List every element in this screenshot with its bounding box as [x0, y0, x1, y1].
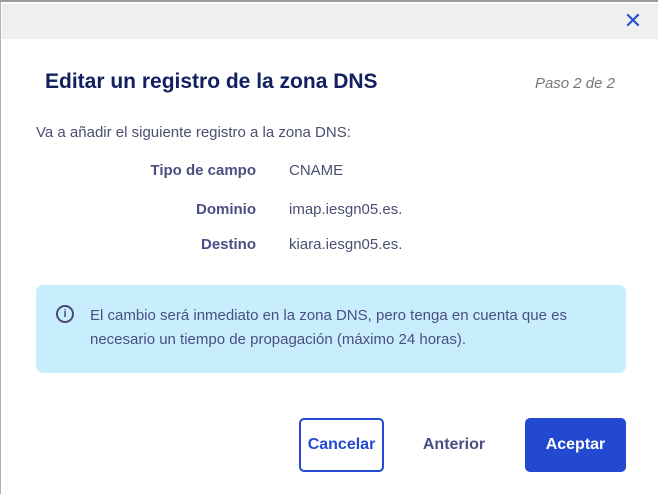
step-indicator: Paso 2 de 2: [534, 75, 615, 92]
cancel-button[interactable]: Cancelar: [299, 418, 384, 472]
previous-button[interactable]: Anterior: [406, 418, 502, 472]
close-icon[interactable]: ✕: [622, 10, 644, 32]
info-box: i El cambio será inmediato en la zona DN…: [36, 285, 626, 373]
intro-text: Va a añadir el siguiente registro a la z…: [36, 124, 351, 141]
field-value: kiara.iesgn05.es.: [289, 236, 403, 253]
field-label: Tipo de campo: [150, 162, 256, 179]
info-text: El cambio será inmediato en la zona DNS,…: [90, 307, 567, 348]
accept-button[interactable]: Aceptar: [525, 418, 626, 472]
field-label: Destino: [200, 236, 256, 253]
dialog-title: Editar un registro de la zona DNS: [45, 70, 378, 93]
dialog-header-bar: ✕: [2, 4, 658, 39]
field-label: Dominio: [196, 201, 256, 218]
dialog-window: ✕ Editar un registro de la zona DNS Paso…: [0, 0, 658, 494]
field-value: CNAME: [289, 162, 344, 179]
info-icon: i: [56, 305, 74, 323]
field-value: imap.iesgn05.es.: [289, 201, 403, 218]
